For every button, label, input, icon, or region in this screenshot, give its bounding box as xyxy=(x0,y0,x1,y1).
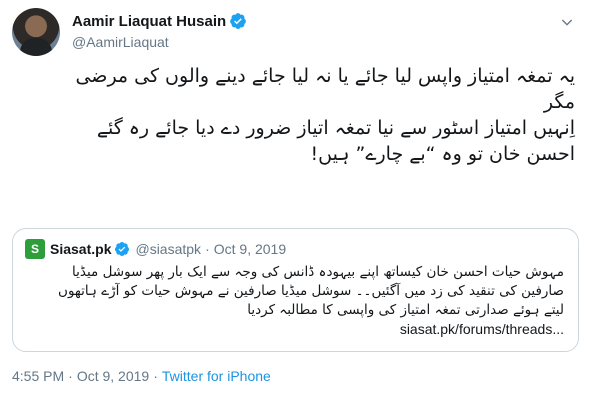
verified-badge-icon xyxy=(230,13,247,29)
tweet-line: مگر xyxy=(543,91,575,113)
tweet-time[interactable]: 4:55 PM xyxy=(12,368,64,384)
quoted-display-name[interactable]: Siasat.pk xyxy=(50,241,111,257)
separator-dot: · xyxy=(205,241,210,257)
siasat-logo-icon: S xyxy=(25,239,45,259)
author-display-name[interactable]: Aamir Liaquat Husain xyxy=(72,13,226,30)
quoted-tweet-card[interactable]: S Siasat.pk @siasatpk · Oct 9, 2019 مہوش… xyxy=(12,228,579,352)
quoted-tweet-text: مہوش حیات احسن خان کیساتھ اپنے بیہودہ ڈا… xyxy=(24,263,564,320)
tweet-source-link[interactable]: Twitter for iPhone xyxy=(162,368,271,384)
quoted-date: Oct 9, 2019 xyxy=(213,241,287,257)
tweet-line: اِنہیں امتیاز اسٹور سے نیا تمغہ اتیاز ضر… xyxy=(96,117,575,139)
quoted-line: مہوش حیات احسن خان کیساتھ اپنے بیہودہ ڈا… xyxy=(72,264,564,280)
quoted-link[interactable]: siasat.pk/forums/threads... xyxy=(400,321,564,337)
tweet-header: Aamir Liaquat Husain @AamirLiaquat xyxy=(12,8,579,56)
tweet-line: یہ تمغہ امتیاز واپس لیا جائے یا نہ لیا ج… xyxy=(75,65,575,87)
tweet-meta: 4:55 PM · Oct 9, 2019 · Twitter for iPho… xyxy=(12,368,271,384)
author-handle[interactable]: @AamirLiaquat xyxy=(72,34,169,50)
quoted-tweet-header: S Siasat.pk @siasatpk · Oct 9, 2019 xyxy=(25,239,286,259)
tweet-line: احسن خان تو وہ “بے چارے” ہیں! xyxy=(310,143,575,165)
author-name-row[interactable]: Aamir Liaquat Husain xyxy=(72,12,247,30)
avatar[interactable] xyxy=(12,8,60,56)
quoted-line: صارفین کی تنقید کی زد میں آگئیں۔۔ سوشل م… xyxy=(58,283,564,299)
separator-dot: · xyxy=(153,368,158,384)
chevron-down-icon[interactable] xyxy=(559,14,575,30)
verified-badge-icon xyxy=(115,242,130,256)
quoted-line: لیتے ہوئے صدارتی تمغہ امتیاز کی واپسی کا… xyxy=(247,302,564,318)
tweet-text: یہ تمغہ امتیاز واپس لیا جائے یا نہ لیا ج… xyxy=(15,63,575,167)
quoted-handle[interactable]: @siasatpk xyxy=(135,241,201,257)
separator-dot: · xyxy=(68,368,73,384)
tweet-date[interactable]: Oct 9, 2019 xyxy=(77,368,149,384)
